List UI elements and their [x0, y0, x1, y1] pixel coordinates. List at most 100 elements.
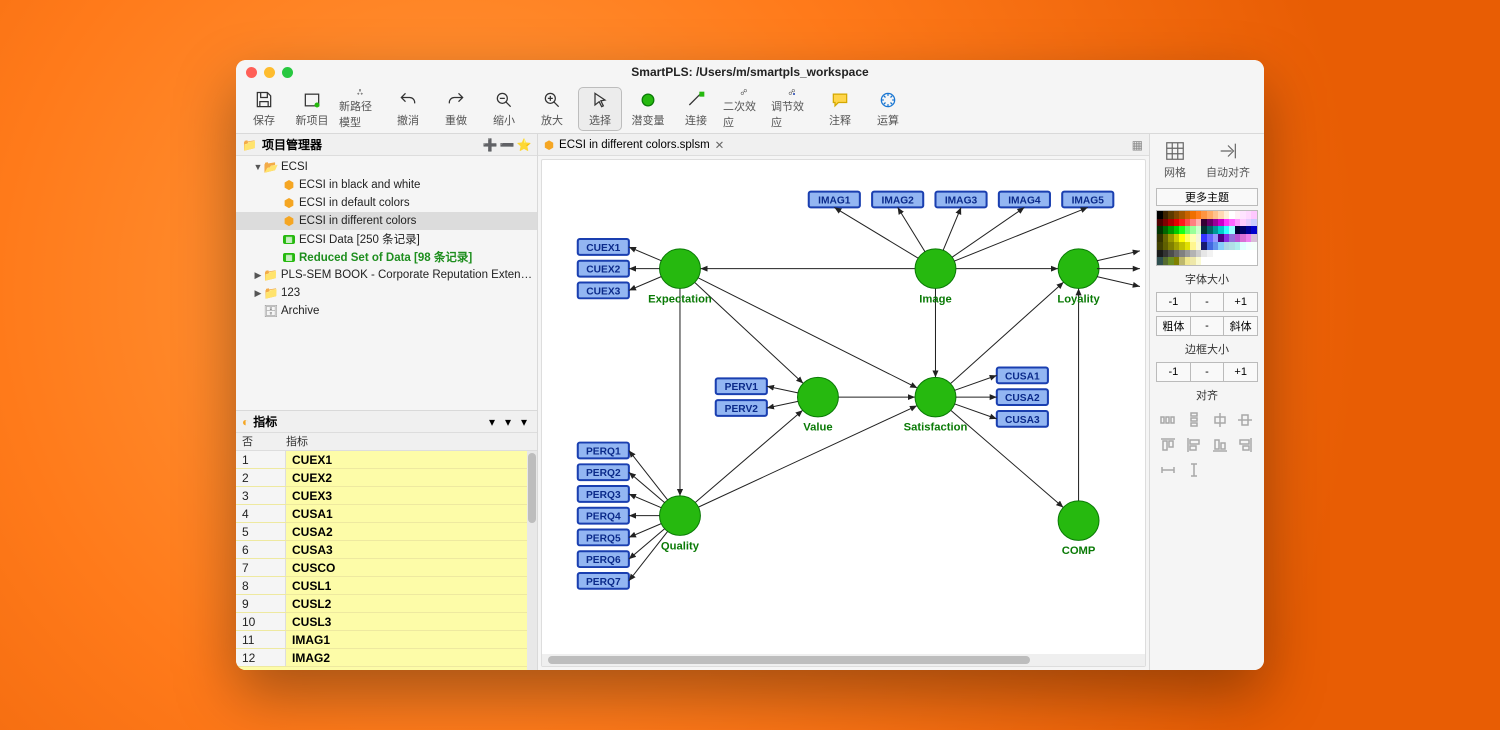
font-minus-button[interactable]: -1: [1156, 292, 1191, 312]
indicator-row[interactable]: 2CUEX2: [236, 469, 537, 487]
tab-menu-icon[interactable]: ▦: [1132, 138, 1149, 152]
align-dist-h-icon[interactable]: [1158, 410, 1178, 430]
indicator-row[interactable]: 7CUSCO: [236, 559, 537, 577]
indicator-row[interactable]: 1CUEX1: [236, 451, 537, 469]
filter-icon-1[interactable]: ▾: [485, 415, 499, 429]
filter-icon-3[interactable]: ▾: [517, 415, 531, 429]
loading-arrow[interactable]: [955, 375, 997, 390]
loading-arrow[interactable]: [898, 207, 925, 251]
loading-arrow[interactable]: [834, 207, 918, 258]
align-left-icon[interactable]: [1184, 435, 1204, 455]
color-swatch[interactable]: [1251, 219, 1257, 227]
loading-arrow[interactable]: [1097, 277, 1140, 287]
font-reset-button[interactable]: -: [1191, 292, 1225, 312]
canvas-horizontal-scrollbar[interactable]: [542, 654, 1145, 666]
align-top-icon[interactable]: [1158, 435, 1178, 455]
loading-arrow[interactable]: [1097, 251, 1140, 261]
redo-button[interactable]: 重做: [434, 87, 478, 131]
loading-arrow[interactable]: [767, 386, 798, 393]
italic-button[interactable]: 斜体: [1224, 316, 1258, 336]
construct-quality[interactable]: [660, 496, 701, 536]
tree-item[interactable]: ▶📁PLS-SEM BOOK - Corporate Reputation Ex…: [236, 266, 537, 284]
align-center-v-icon[interactable]: [1235, 410, 1255, 430]
more-themes-button[interactable]: 更多主题: [1156, 188, 1258, 206]
construct-loyality[interactable]: [1058, 249, 1099, 289]
indicator-row[interactable]: 9CUSL2: [236, 595, 537, 613]
align-right-icon[interactable]: [1235, 435, 1255, 455]
indicator-row[interactable]: 5CUSA2: [236, 523, 537, 541]
tree-item[interactable]: ▼📂ECSI: [236, 158, 537, 176]
panel-plus-icon[interactable]: ➕: [483, 138, 497, 152]
indicator-list[interactable]: 1CUEX12CUEX23CUEX34CUSA15CUSA26CUSA37CUS…: [236, 451, 537, 670]
moderate-button[interactable]: 调节效应: [770, 87, 814, 131]
undo-button[interactable]: 撤消: [386, 87, 430, 131]
path-arrow[interactable]: [698, 278, 917, 388]
tree-item[interactable]: ⬢ECSI in different colors: [236, 212, 537, 230]
indicator-row[interactable]: 8CUSL1: [236, 577, 537, 595]
construct-value[interactable]: [798, 377, 839, 417]
column-no[interactable]: 否: [236, 433, 286, 450]
latent-button[interactable]: 潜变量: [626, 87, 670, 131]
color-swatch[interactable]: [1251, 211, 1257, 219]
project-tree[interactable]: ▼📂ECSI⬢ECSI in black and white⬢ECSI in d…: [236, 156, 537, 410]
indicator-scroll-thumb[interactable]: [528, 453, 536, 523]
color-swatch[interactable]: [1251, 257, 1257, 265]
style-reset-button[interactable]: -: [1191, 316, 1225, 336]
same-height-icon[interactable]: [1184, 460, 1204, 480]
model-canvas[interactable]: ExpectationImageLoyalityValueSatisfactio…: [542, 160, 1145, 654]
zoomout-button[interactable]: 缩小: [482, 87, 526, 131]
loading-arrow[interactable]: [952, 207, 1024, 257]
indicator-row[interactable]: 10CUSL3: [236, 613, 537, 631]
align-center-h-icon[interactable]: [1210, 410, 1230, 430]
newproj-button[interactable]: 新项目: [290, 87, 334, 131]
tree-item[interactable]: ▦Reduced Set of Data [98 条记录]: [236, 248, 537, 266]
indicator-row[interactable]: 6CUSA3: [236, 541, 537, 559]
comment-button[interactable]: 注释: [818, 87, 862, 131]
align-bottom-icon[interactable]: [1210, 435, 1230, 455]
loading-arrow[interactable]: [629, 277, 661, 291]
font-plus-button[interactable]: +1: [1224, 292, 1258, 312]
color-swatch[interactable]: [1251, 226, 1257, 234]
tree-item[interactable]: ▶📁123: [236, 284, 537, 302]
loading-arrow[interactable]: [629, 472, 665, 502]
border-minus-button[interactable]: -1: [1156, 362, 1191, 382]
auto-align-button[interactable]: 自动对齐: [1206, 140, 1250, 180]
loading-arrow[interactable]: [943, 207, 961, 250]
loading-arrow[interactable]: [629, 247, 661, 261]
indicator-scrollbar[interactable]: [527, 451, 537, 670]
loading-arrow[interactable]: [955, 404, 997, 419]
grid-toggle-button[interactable]: 网格: [1164, 140, 1186, 180]
calc-button[interactable]: 运算: [866, 87, 910, 131]
color-swatch[interactable]: [1251, 234, 1257, 242]
construct-comp[interactable]: [1058, 501, 1099, 541]
tree-item[interactable]: 🗄Archive: [236, 302, 537, 320]
loading-arrow[interactable]: [767, 401, 798, 408]
construct-satisfaction[interactable]: [915, 377, 956, 417]
border-reset-button[interactable]: -: [1191, 362, 1225, 382]
bold-button[interactable]: 粗体: [1156, 316, 1191, 336]
panel-star-icon[interactable]: ⭐: [517, 138, 531, 152]
save-button[interactable]: 保存: [242, 87, 286, 131]
tree-item[interactable]: ⬢ECSI in black and white: [236, 176, 537, 194]
panel-minus-icon[interactable]: ➖: [500, 138, 514, 152]
loading-arrow[interactable]: [629, 531, 668, 580]
color-swatch[interactable]: [1251, 250, 1257, 258]
same-width-icon[interactable]: [1158, 460, 1178, 480]
border-plus-button[interactable]: +1: [1224, 362, 1258, 382]
filter-icon-2[interactable]: ▾: [501, 415, 515, 429]
quadratic-button[interactable]: 二次效应: [722, 87, 766, 131]
editor-tab[interactable]: ⬢ ECSI in different colors.splsm ✕: [544, 138, 724, 152]
select-button[interactable]: 选择: [578, 87, 622, 131]
tree-item[interactable]: ⬢ECSI in default colors: [236, 194, 537, 212]
path-arrow[interactable]: [695, 410, 802, 502]
construct-image[interactable]: [915, 249, 956, 289]
indicator-row[interactable]: 11IMAG1: [236, 631, 537, 649]
loading-arrow[interactable]: [629, 450, 668, 499]
color-palette[interactable]: [1156, 210, 1258, 266]
construct-expectation[interactable]: [660, 249, 701, 289]
indicator-row[interactable]: 12IMAG2: [236, 649, 537, 667]
indicator-row[interactable]: 4CUSA1: [236, 505, 537, 523]
align-dist-v-icon[interactable]: [1184, 410, 1204, 430]
color-swatch[interactable]: [1251, 242, 1257, 250]
column-indicator[interactable]: 指标: [286, 433, 537, 450]
